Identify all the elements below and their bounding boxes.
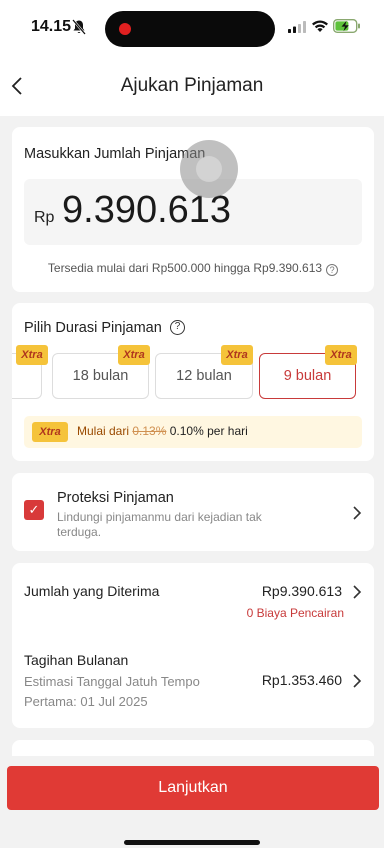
app-header: Ajukan Pinjaman bbox=[0, 56, 384, 116]
chevron-right-icon[interactable] bbox=[352, 585, 362, 599]
amount-range-label: Tersedia mulai dari Rp500.000 hingga Rp9… bbox=[47, 261, 323, 275]
amount-range-text: Tersedia mulai dari Rp500.000 hingga Rp9… bbox=[12, 261, 374, 276]
status-bar: 14.15 bbox=[0, 0, 384, 56]
promo-old-rate: 0.13% bbox=[132, 424, 167, 438]
xtra-badge: Xtra bbox=[16, 345, 48, 365]
chevron-right-icon[interactable] bbox=[352, 674, 362, 688]
chevron-right-icon bbox=[353, 506, 362, 520]
protection-description: Lindungi pinjamanmu dari kejadian tak te… bbox=[57, 510, 262, 539]
promo-rate-banner: Xtra Mulai dari 0.13% 0.10% per hari bbox=[24, 416, 362, 448]
promo-new-rate: 0.10% per hari bbox=[169, 424, 248, 438]
wifi-icon bbox=[312, 20, 328, 32]
protection-checkbox[interactable]: ✓ bbox=[24, 500, 44, 520]
promo-prefix: Mulai dari bbox=[77, 424, 130, 438]
due-date-info: Estimasi Tanggal Jatuh Tempo Pertama: 01… bbox=[24, 672, 200, 712]
monthly-bill-value[interactable]: Rp1.353.460 bbox=[262, 672, 342, 688]
loan-duration-card: Pilih Durasi Pinjaman ? Xtra 18 bulan Xt… bbox=[12, 303, 374, 461]
bottom-action-bar: Lanjutkan bbox=[0, 756, 384, 848]
help-icon[interactable]: ? bbox=[170, 320, 185, 335]
xtra-badge: Xtra bbox=[32, 422, 68, 442]
info-icon[interactable]: ? bbox=[326, 264, 339, 276]
amount-currency: Rp bbox=[34, 209, 55, 226]
due-date-label: Estimasi Tanggal Jatuh Tempo bbox=[24, 674, 200, 689]
touch-indicator-center bbox=[196, 156, 222, 182]
xtra-badge: Xtra bbox=[221, 345, 253, 365]
xtra-badge: Xtra bbox=[118, 345, 150, 365]
loan-protection-row[interactable]: ✓ Proteksi Pinjaman Lindungi pinjamanmu … bbox=[12, 473, 374, 551]
loan-summary-card: Jumlah yang Diterima Rp9.390.613 0 Biaya… bbox=[12, 563, 374, 728]
battery-charging-icon bbox=[333, 19, 360, 33]
duration-label: Pilih Durasi Pinjaman bbox=[24, 320, 162, 336]
protection-title: Proteksi Pinjaman bbox=[57, 490, 174, 506]
continue-button[interactable]: Lanjutkan bbox=[7, 766, 379, 810]
received-amount-label: Jumlah yang Diterima bbox=[24, 583, 160, 599]
xtra-badge: Xtra bbox=[325, 345, 357, 365]
promo-rate-text: Mulai dari 0.13% 0.10% per hari bbox=[77, 424, 248, 438]
received-amount-value[interactable]: Rp9.390.613 bbox=[262, 583, 342, 599]
due-date-value: Pertama: 01 Jul 2025 bbox=[24, 694, 148, 709]
loan-amount-card: Masukkan Jumlah Pinjaman Rp 9.390.613 Te… bbox=[12, 127, 374, 292]
recording-indicator bbox=[119, 23, 131, 35]
amount-label: Masukkan Jumlah Pinjaman bbox=[24, 146, 206, 162]
bell-muted-icon bbox=[72, 19, 86, 35]
page-title: Ajukan Pinjaman bbox=[120, 75, 264, 96]
monthly-bill-label: Tagihan Bulanan bbox=[24, 652, 129, 668]
dynamic-island bbox=[105, 11, 275, 47]
home-indicator bbox=[124, 840, 260, 845]
cellular-signal-icon bbox=[288, 21, 306, 33]
status-time: 14.15 bbox=[31, 18, 72, 35]
disbursement-fee-text: 0 Biaya Pencairan bbox=[246, 606, 344, 620]
